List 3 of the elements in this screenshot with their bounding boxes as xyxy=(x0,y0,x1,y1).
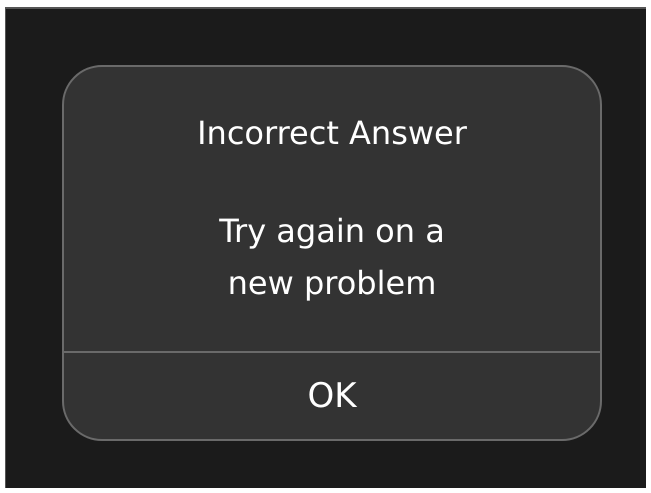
dialog-message: Try again on a new problem xyxy=(218,211,446,304)
dialog-title: Incorrect Answer xyxy=(197,113,467,153)
ok-button[interactable]: OK xyxy=(64,353,600,439)
